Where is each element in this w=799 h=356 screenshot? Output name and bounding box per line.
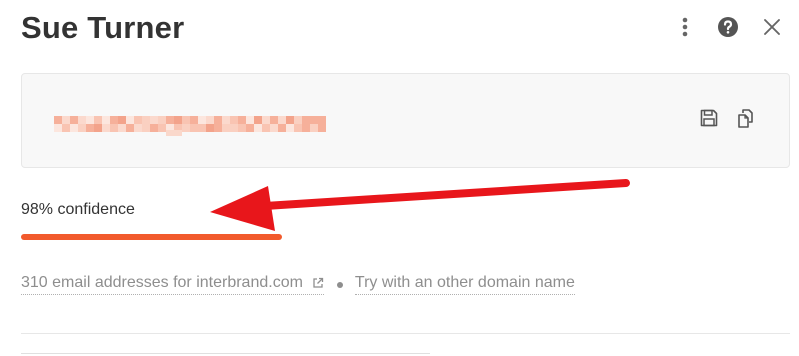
redacted-pixel <box>70 124 78 132</box>
redacted-pixel <box>78 124 86 132</box>
save-email-button[interactable] <box>697 106 721 130</box>
redacted-pixel <box>270 116 278 124</box>
redacted-pixel <box>70 116 78 124</box>
redacted-pixel <box>86 116 94 124</box>
save-icon <box>700 109 718 127</box>
redacted-pixel <box>110 124 118 132</box>
redacted-pixel <box>254 124 262 132</box>
redacted-pixel <box>86 124 94 132</box>
redacted-pixel <box>206 124 214 132</box>
redacted-pixel <box>158 124 166 132</box>
redacted-pixel <box>182 124 190 132</box>
redacted-pixel <box>286 116 294 124</box>
redacted-pixel <box>238 116 246 124</box>
redacted-pixel <box>166 130 174 136</box>
redacted-pixel <box>294 124 302 132</box>
redacted-pixel <box>110 116 118 124</box>
copy-email-button[interactable] <box>735 106 759 130</box>
redacted-pixel <box>126 124 134 132</box>
help-button[interactable] <box>715 14 741 40</box>
email-card <box>21 73 790 168</box>
redacted-pixel <box>278 116 286 124</box>
redacted-pixel <box>94 124 102 132</box>
redacted-pixel <box>222 116 230 124</box>
redacted-pixel <box>310 116 318 124</box>
close-icon <box>764 19 780 35</box>
redacted-pixel <box>246 116 254 124</box>
redacted-pixel <box>78 116 86 124</box>
redacted-pixel <box>118 124 126 132</box>
redacted-pixel <box>318 116 326 124</box>
redacted-pixel <box>278 124 286 132</box>
redacted-pixel <box>142 116 150 124</box>
email-card-actions <box>697 106 759 130</box>
redacted-pixel <box>174 116 182 124</box>
redacted-pixel <box>246 124 254 132</box>
domain-info-row: 310 email addresses for interbrand.com T… <box>21 274 575 295</box>
annotation-arrow <box>210 179 630 231</box>
redacted-pixel <box>254 116 262 124</box>
redacted-pixel <box>102 124 110 132</box>
redacted-pixel <box>126 116 134 124</box>
redacted-pixel <box>310 124 318 132</box>
redacted-pixel <box>166 116 174 124</box>
redacted-pixel <box>134 116 142 124</box>
help-icon <box>718 17 738 37</box>
redacted-pixel <box>118 116 126 124</box>
try-other-domain-link[interactable]: Try with an other domain name <box>354 274 575 295</box>
redacted-pixel <box>150 124 158 132</box>
redacted-pixel <box>158 116 166 124</box>
separator-dot <box>336 281 343 288</box>
redacted-pixel <box>62 124 70 132</box>
more-vertical-icon <box>682 17 688 37</box>
next-section-edge <box>21 353 430 354</box>
header-actions <box>672 14 785 40</box>
redacted-pixel <box>294 116 302 124</box>
redacted-pixel <box>318 124 326 132</box>
redacted-pixel <box>302 116 310 124</box>
redacted-pixel <box>262 124 270 132</box>
redacted-pixel <box>62 116 70 124</box>
confidence-bar-fill <box>21 234 282 240</box>
close-button[interactable] <box>759 14 785 40</box>
redacted-pixel <box>190 116 198 124</box>
person-panel: Sue Turner 98% confidence 310 email addr… <box>0 0 799 356</box>
redacted-pixel <box>230 124 238 132</box>
redacted-pixel <box>102 116 110 124</box>
redacted-pixel <box>214 116 222 124</box>
person-name-title: Sue Turner <box>21 10 185 45</box>
redacted-pixel <box>134 124 142 132</box>
confidence-bar <box>21 234 287 240</box>
redacted-pixel <box>238 124 246 132</box>
redacted-pixel <box>262 116 270 124</box>
more-options-button[interactable] <box>672 14 698 40</box>
section-divider <box>21 333 790 334</box>
redacted-pixel <box>174 130 182 136</box>
redacted-pixel <box>142 124 150 132</box>
redacted-pixel <box>182 116 190 124</box>
external-link-icon <box>312 277 324 289</box>
redacted-pixel <box>54 116 62 124</box>
redacted-pixel <box>230 116 238 124</box>
redacted-pixel <box>198 116 206 124</box>
redacted-pixel <box>286 124 294 132</box>
redacted-pixel <box>190 124 198 132</box>
redacted-pixel <box>150 116 158 124</box>
redacted-pixel <box>198 124 206 132</box>
blurred-email-address <box>54 116 326 136</box>
redacted-pixel <box>270 124 278 132</box>
domain-email-count-text: 310 email addresses for interbrand.com <box>21 274 303 291</box>
redacted-pixel <box>302 124 310 132</box>
redacted-pixel <box>94 116 102 124</box>
copy-icon <box>738 109 753 128</box>
redacted-pixel <box>222 124 230 132</box>
redacted-pixel <box>206 116 214 124</box>
redacted-pixel <box>214 124 222 132</box>
redacted-pixel <box>54 124 62 132</box>
domain-email-count-link[interactable]: 310 email addresses for interbrand.com <box>21 274 324 295</box>
confidence-label: 98% confidence <box>21 201 135 218</box>
